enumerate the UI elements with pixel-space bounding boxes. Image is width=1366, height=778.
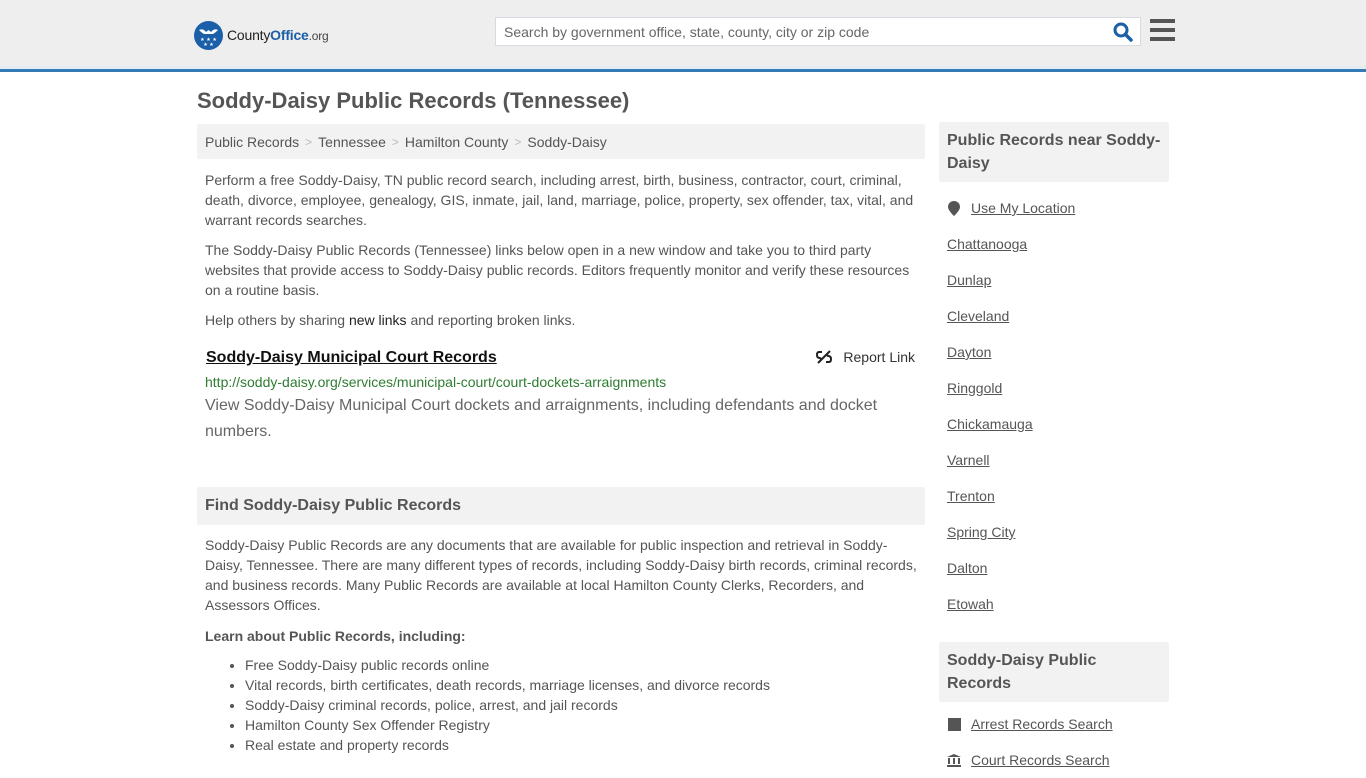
nearby-city-item: Ringgold (947, 370, 1161, 406)
record-listing: Soddy-Daisy Municipal Court Records Repo… (197, 348, 925, 445)
breadcrumb: Public Records > Tennessee > Hamilton Co… (197, 124, 925, 159)
nearby-city-item: Chattanooga (947, 226, 1161, 262)
intro-paragraph: Perform a free Soddy-Daisy, TN public re… (205, 172, 914, 228)
nearby-city-link[interactable]: Varnell (947, 452, 990, 468)
sidebar: Public Records near Soddy-Daisy Use My L… (939, 122, 1169, 778)
courthouse-icon (947, 753, 961, 767)
svg-text:★ ★: ★ ★ (203, 42, 214, 48)
breadcrumb-tennessee[interactable]: Tennessee (318, 134, 386, 150)
listing-title-link[interactable]: Soddy-Daisy Municipal Court Records (206, 348, 497, 368)
court-records-search-link[interactable]: Court Records Search (971, 752, 1110, 768)
nearby-city-item: Spring City (947, 514, 1161, 550)
use-my-location-link[interactable]: Use My Location (971, 200, 1075, 216)
arrest-records-search-link[interactable]: Arrest Records Search (971, 716, 1113, 732)
nearby-city-item: Etowah (947, 586, 1161, 622)
search-input[interactable] (496, 18, 1106, 45)
list-item: Soddy-Daisy criminal records, police, ar… (245, 695, 925, 715)
nearby-heading: Public Records near Soddy-Daisy (939, 122, 1169, 182)
list-item: Hamilton County Sex Offender Registry (245, 715, 925, 735)
new-links-link[interactable]: new links (349, 312, 407, 328)
nearby-city-link[interactable]: Dalton (947, 560, 987, 576)
breadcrumb-hamilton-county[interactable]: Hamilton County (405, 134, 509, 150)
help-paragraph: Help others by sharing new links and rep… (205, 312, 576, 328)
search-icon (1113, 22, 1133, 42)
use-my-location-item: Use My Location (947, 190, 1161, 226)
records-list: Arrest Records Search Court Records Sear… (939, 706, 1169, 778)
site-header: ★ ★ ★ ★ ★ CountyOffice.org (0, 0, 1366, 72)
nearby-city-item: Chickamauga (947, 406, 1161, 442)
breadcrumb-separator: > (514, 134, 522, 149)
nearby-city-item: Dalton (947, 550, 1161, 586)
broken-link-icon (816, 350, 833, 364)
find-records-heading: Find Soddy-Daisy Public Records (197, 487, 925, 525)
nearby-city-link[interactable]: Chattanooga (947, 236, 1027, 252)
logo-wordmark: CountyOffice.org (227, 27, 329, 43)
list-item: Free Soddy-Daisy public records online (245, 655, 925, 675)
breadcrumb-separator: > (391, 134, 399, 149)
nearby-city-link[interactable]: Ringgold (947, 380, 1002, 396)
listing-url: http://soddy-daisy.org/services/municipa… (205, 374, 667, 390)
search-button[interactable] (1112, 21, 1134, 43)
breadcrumb-separator: > (305, 134, 313, 149)
nearby-city-link[interactable]: Trenton (947, 488, 995, 504)
hamburger-menu-icon (1150, 19, 1175, 23)
page-title: Soddy-Daisy Public Records (Tennessee) (197, 88, 630, 113)
list-item: Real estate and property records (245, 735, 925, 755)
records-heading: Soddy-Daisy Public Records (939, 642, 1169, 702)
breadcrumb-soddy-daisy[interactable]: Soddy-Daisy (527, 134, 606, 150)
nearby-city-link[interactable]: Cleveland (947, 308, 1009, 324)
nearby-city-link[interactable]: Spring City (947, 524, 1015, 540)
nearby-city-item: Varnell (947, 442, 1161, 478)
nearby-city-link[interactable]: Dunlap (947, 272, 991, 288)
listing-description: View Soddy-Daisy Municipal Court dockets… (205, 397, 878, 440)
nearby-city-link[interactable]: Chickamauga (947, 416, 1033, 432)
hamburger-menu-button[interactable] (1150, 19, 1175, 43)
learn-about-heading: Learn about Public Records, including: (205, 628, 466, 644)
nearby-city-item: Dayton (947, 334, 1161, 370)
nearby-city-item: Cleveland (947, 298, 1161, 334)
breadcrumb-public-records[interactable]: Public Records (205, 134, 299, 150)
search-box (495, 17, 1141, 46)
nearby-cities-list: Use My Location Chattanooga Dunlap Cleve… (939, 190, 1169, 622)
learn-about-list: Free Soddy-Daisy public records online V… (197, 655, 925, 755)
list-item: Vital records, birth certificates, death… (245, 675, 925, 695)
find-records-body: Soddy-Daisy Public Records are any docum… (205, 537, 917, 613)
site-logo[interactable]: ★ ★ ★ ★ ★ CountyOffice.org (194, 20, 329, 50)
nearby-city-item: Dunlap (947, 262, 1161, 298)
map-marker-icon (947, 200, 961, 216)
disclaimer-paragraph: The Soddy-Daisy Public Records (Tennesse… (205, 242, 910, 298)
nearby-city-link[interactable]: Etowah (947, 596, 994, 612)
records-item: Court Records Search (947, 742, 1161, 778)
eagle-logo-icon: ★ ★ ★ ★ ★ (194, 20, 223, 50)
square-icon (947, 717, 961, 731)
nearby-city-link[interactable]: Dayton (947, 344, 991, 360)
nearby-city-item: Trenton (947, 478, 1161, 514)
report-link-button[interactable]: Report Link (816, 349, 915, 365)
records-item: Arrest Records Search (947, 706, 1161, 742)
main-content: Public Records > Tennessee > Hamilton Co… (197, 124, 925, 755)
